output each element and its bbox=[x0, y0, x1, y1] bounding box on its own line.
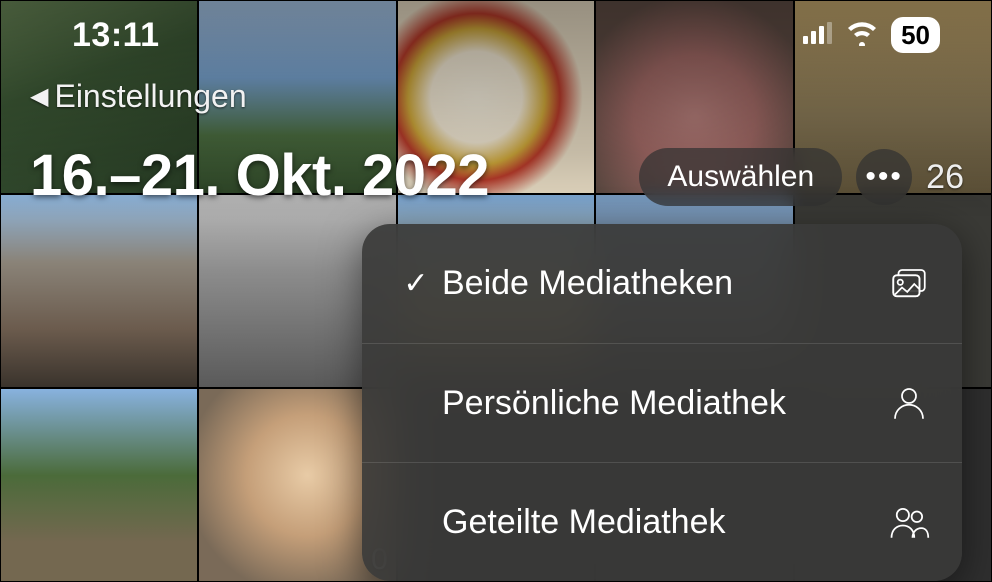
menu-item-personal-library[interactable]: Persönliche Mediathek bbox=[362, 343, 962, 462]
menu-item-label: Geteilte Mediathek bbox=[442, 503, 874, 542]
ellipsis-icon: ••• bbox=[865, 160, 903, 194]
person-icon bbox=[874, 382, 930, 424]
photo-thumbnail[interactable] bbox=[0, 388, 198, 582]
more-button[interactable]: ••• bbox=[856, 149, 912, 205]
back-button[interactable]: ◀ Einstellungen bbox=[30, 78, 247, 115]
stacked-photos-icon bbox=[874, 263, 930, 305]
menu-item-both-libraries[interactable]: ✓ Beide Mediatheken bbox=[362, 224, 962, 343]
menu-item-label: Beide Mediatheken bbox=[442, 264, 874, 303]
library-filter-menu: ✓ Beide Mediatheken Persönliche Mediathe… bbox=[362, 224, 962, 581]
status-time: 13:11 bbox=[72, 16, 160, 55]
photo-thumbnail[interactable] bbox=[0, 194, 198, 388]
wifi-icon bbox=[845, 20, 879, 51]
top-actions: Auswählen ••• 26 bbox=[639, 148, 964, 206]
select-button[interactable]: Auswählen bbox=[639, 148, 842, 206]
photos-app-viewport: 0 13:11 50 ◀ Einstellungen 16.–21. Okt. … bbox=[0, 0, 992, 582]
photo-count: 26 bbox=[926, 158, 964, 197]
date-range-title: 16.–21. Okt. 2022 bbox=[30, 142, 489, 209]
status-bar: 13:11 50 bbox=[0, 0, 992, 70]
people-icon bbox=[874, 501, 930, 543]
back-caret-icon: ◀ bbox=[30, 85, 48, 109]
checkmark-icon: ✓ bbox=[390, 266, 442, 301]
battery-indicator: 50 bbox=[891, 17, 940, 53]
status-indicators: 50 bbox=[803, 17, 940, 53]
battery-level: 50 bbox=[901, 20, 930, 51]
menu-item-label: Persönliche Mediathek bbox=[442, 384, 874, 423]
menu-item-shared-library[interactable]: Geteilte Mediathek bbox=[362, 462, 962, 581]
cellular-signal-icon bbox=[803, 22, 833, 49]
select-label: Auswählen bbox=[667, 160, 814, 193]
back-label: Einstellungen bbox=[54, 78, 246, 115]
